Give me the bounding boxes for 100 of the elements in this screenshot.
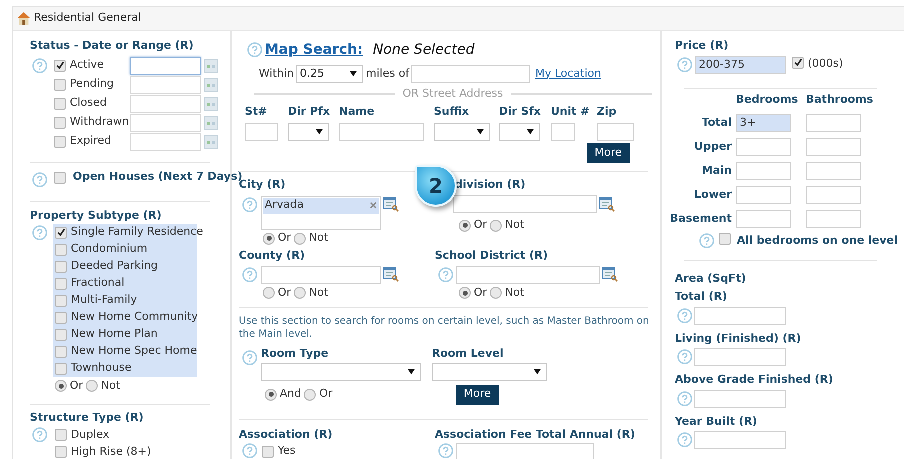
input-field[interactable]: Arvada <box>261 196 381 230</box>
checkbox[interactable] <box>55 260 67 272</box>
checkbox[interactable] <box>792 56 804 68</box>
checkbox[interactable] <box>54 172 66 184</box>
radio-button[interactable] <box>459 220 471 232</box>
radio-button[interactable] <box>490 287 502 299</box>
input-field[interactable] <box>261 266 381 284</box>
help-icon[interactable] <box>438 443 454 459</box>
input-field[interactable] <box>551 123 575 141</box>
date-field[interactable] <box>130 76 201 94</box>
input-field[interactable] <box>597 123 634 141</box>
help-icon[interactable] <box>32 225 48 241</box>
radio-button[interactable] <box>55 380 67 392</box>
radio-button[interactable] <box>490 220 502 232</box>
checkbox-label: New Home Spec Home <box>71 343 198 360</box>
checkbox[interactable] <box>55 294 67 306</box>
checkbox[interactable] <box>54 136 66 148</box>
help-icon[interactable] <box>242 196 258 212</box>
input-field[interactable] <box>736 186 791 204</box>
checkbox[interactable] <box>54 116 66 128</box>
input-field[interactable] <box>806 186 861 204</box>
input-field[interactable] <box>694 348 786 366</box>
calendar-icon[interactable] <box>204 58 218 72</box>
radio-button[interactable] <box>459 287 471 299</box>
help-icon[interactable] <box>677 349 693 365</box>
help-icon[interactable] <box>677 56 693 72</box>
dropdown[interactable]: 0.25 <box>296 65 364 83</box>
checkbox[interactable] <box>55 312 67 324</box>
lookup-icon[interactable] <box>599 196 615 212</box>
help-icon[interactable] <box>247 42 263 58</box>
dropdown[interactable] <box>288 123 329 141</box>
input-field[interactable] <box>694 431 786 449</box>
checkbox[interactable] <box>55 446 67 458</box>
radio-button[interactable] <box>265 388 277 400</box>
checkbox[interactable] <box>55 362 67 374</box>
input-field[interactable]: 3+ <box>736 114 791 132</box>
date-field[interactable] <box>130 94 201 112</box>
checkbox[interactable] <box>55 226 67 238</box>
checkbox[interactable] <box>719 233 731 246</box>
help-icon[interactable] <box>677 432 693 448</box>
help-icon[interactable] <box>699 233 715 250</box>
checkbox[interactable] <box>55 278 67 290</box>
lookup-icon[interactable] <box>383 266 399 282</box>
more-button[interactable]: More <box>586 143 630 163</box>
help-icon[interactable] <box>677 308 693 324</box>
checkbox[interactable] <box>54 78 66 90</box>
input-field[interactable] <box>456 443 594 459</box>
help-icon[interactable] <box>438 267 454 283</box>
checkbox[interactable] <box>55 328 67 340</box>
page-title: Residential General <box>34 10 142 26</box>
my-location-link[interactable]: My Location <box>535 66 602 82</box>
input-field[interactable] <box>736 162 791 180</box>
input-field[interactable] <box>806 114 861 132</box>
input-field[interactable] <box>806 210 861 228</box>
radio-button[interactable] <box>294 287 306 299</box>
checkbox[interactable] <box>55 429 67 441</box>
radio-button[interactable] <box>294 232 306 244</box>
calendar-icon[interactable] <box>204 134 218 148</box>
input-field[interactable] <box>806 138 861 156</box>
help-icon[interactable] <box>242 267 258 283</box>
input-field[interactable] <box>411 65 530 83</box>
checkbox[interactable] <box>55 346 67 358</box>
checkbox-label: Active <box>70 57 104 74</box>
help-icon[interactable] <box>32 58 48 74</box>
input-field[interactable] <box>694 306 786 324</box>
help-icon[interactable] <box>242 443 258 459</box>
input-field[interactable] <box>736 138 791 156</box>
calendar-icon[interactable] <box>204 96 218 110</box>
checkbox[interactable] <box>262 446 274 458</box>
date-field[interactable] <box>130 114 201 132</box>
lookup-icon[interactable] <box>383 196 399 212</box>
input-field[interactable]: 200-375 <box>695 56 786 74</box>
checkbox[interactable] <box>55 244 67 256</box>
checkbox[interactable] <box>54 60 66 72</box>
input-field[interactable] <box>736 210 791 228</box>
remove-icon[interactable] <box>370 202 377 209</box>
input-field[interactable] <box>694 390 786 408</box>
more-button[interactable]: More <box>456 384 500 404</box>
input-field[interactable] <box>339 123 424 141</box>
input-field[interactable] <box>456 266 600 284</box>
lookup-icon[interactable] <box>602 266 618 282</box>
input-field[interactable] <box>806 162 861 180</box>
dropdown[interactable] <box>499 123 540 141</box>
help-icon[interactable] <box>242 350 258 366</box>
date-field[interactable] <box>130 132 201 150</box>
radio-button[interactable] <box>304 388 316 400</box>
help-icon[interactable] <box>32 172 48 188</box>
input-field[interactable] <box>453 194 597 212</box>
checkbox[interactable] <box>54 98 66 110</box>
radio-button[interactable] <box>263 232 275 244</box>
radio-label: Or <box>319 386 333 402</box>
date-field[interactable] <box>130 56 201 74</box>
radio-button[interactable] <box>86 380 98 392</box>
map-search-link[interactable]: Map Search: <box>265 40 364 60</box>
help-icon[interactable] <box>677 390 693 406</box>
help-icon[interactable] <box>32 426 48 442</box>
calendar-icon[interactable] <box>204 116 218 130</box>
calendar-icon[interactable] <box>204 78 218 92</box>
radio-button[interactable] <box>263 287 275 299</box>
input-field[interactable] <box>245 123 278 141</box>
